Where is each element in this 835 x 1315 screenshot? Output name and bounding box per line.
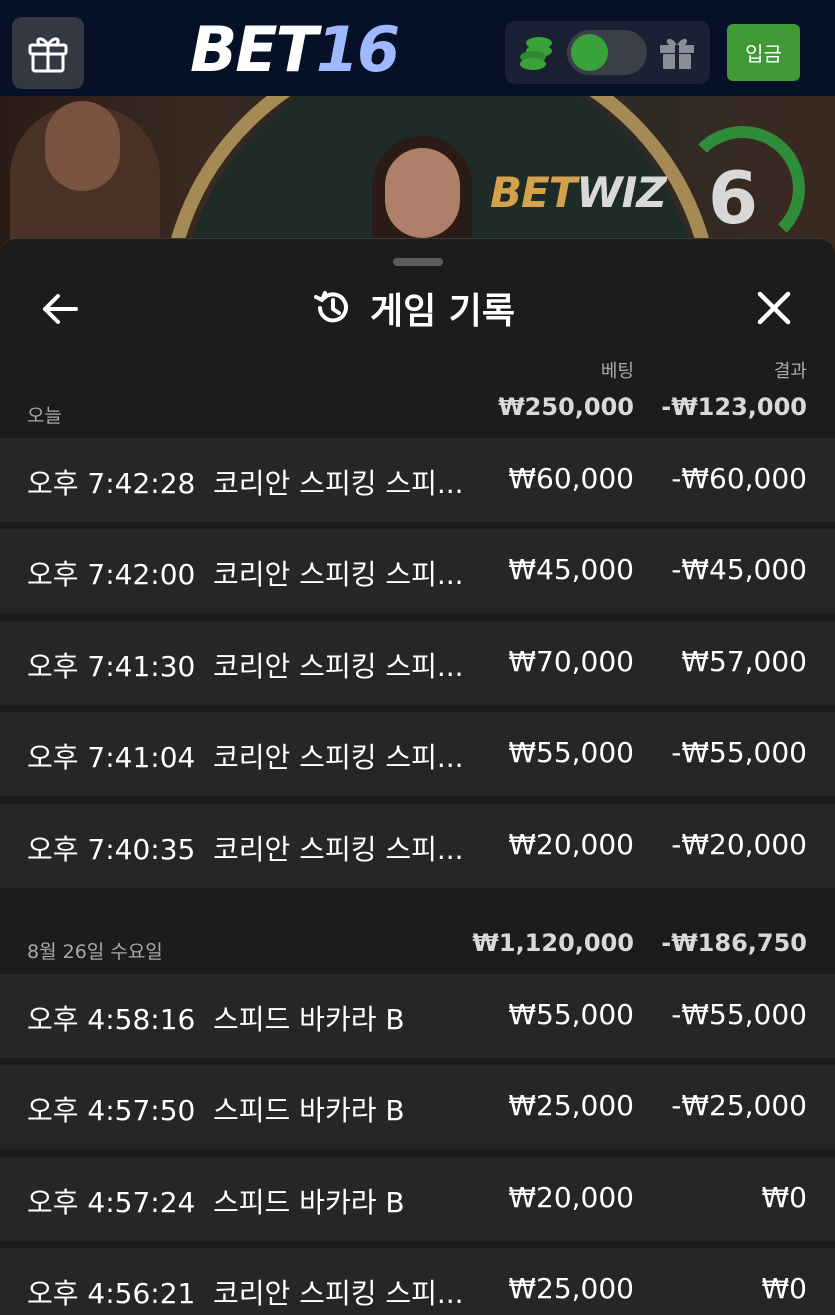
promotions-gift-button[interactable] <box>12 17 84 89</box>
row-result: ₩57,000 <box>681 645 807 678</box>
countdown-number: 6 <box>708 156 759 240</box>
sheet-title: 게임 기록 <box>370 291 516 332</box>
row-game: 스피드 바카라 B <box>213 1003 405 1036</box>
row-result: -₩45,000 <box>671 553 807 586</box>
row-time: 오후 7:41:04 <box>27 741 196 774</box>
row-game: 코리안 스피킹 스피... <box>213 833 463 866</box>
day-summary: 8월 26일 수요일 ₩1,120,000 -₩186,750 <box>0 915 835 975</box>
row-time: 오후 4:57:24 <box>27 1186 196 1219</box>
logo-number: 16 <box>315 13 400 86</box>
row-bet: ₩25,000 <box>508 1089 634 1122</box>
deposit-button[interactable]: 입금 <box>727 24 800 81</box>
row-result: -₩25,000 <box>671 1089 807 1122</box>
row-time: 오후 7:41:30 <box>27 650 196 683</box>
top-bar: BET16 입금 <box>0 0 835 96</box>
row-game: 코리안 스피킹 스피... <box>213 467 463 500</box>
balance-mode-toggle[interactable] <box>567 30 647 75</box>
history-row[interactable]: 오후 4:58:16 스피드 바카라 B ₩55,000 -₩55,000 <box>0 974 835 1058</box>
bonus-gift-icon <box>660 38 694 69</box>
back-button[interactable] <box>38 289 82 329</box>
row-game: 코리안 스피킹 스피... <box>213 1277 463 1310</box>
betwiz-logo-part-b: WIZ <box>576 168 666 217</box>
row-bet: ₩70,000 <box>508 645 634 678</box>
row-result: -₩20,000 <box>671 828 807 861</box>
row-bet: ₩55,000 <box>508 736 634 769</box>
row-result: -₩60,000 <box>671 462 807 495</box>
row-game: 코리안 스피킹 스피... <box>213 741 463 774</box>
row-game: 스피드 바카라 B <box>213 1186 405 1219</box>
day-total-result: -₩123,000 <box>661 393 807 421</box>
history-row[interactable]: 오후 7:42:28 코리안 스피킹 스피... ₩60,000 -₩60,00… <box>0 438 835 522</box>
row-game: 스피드 바카라 B <box>213 1094 405 1127</box>
row-bet: ₩20,000 <box>508 828 634 861</box>
drag-handle[interactable] <box>393 258 443 266</box>
row-result: -₩55,000 <box>671 998 807 1031</box>
row-result: ₩0 <box>761 1272 808 1305</box>
row-time: 오후 4:58:16 <box>27 1003 196 1036</box>
game-history-sheet: 게임 기록 베팅 결과 오늘 ₩250,000 -₩123,000 오후 7:4… <box>0 238 835 1315</box>
history-row[interactable]: 오후 4:57:50 스피드 바카라 B ₩25,000 -₩25,000 <box>0 1065 835 1149</box>
sheet-header: 게임 기록 <box>312 281 515 335</box>
day-total-bet: ₩250,000 <box>498 393 634 421</box>
history-row[interactable]: 오후 4:57:24 스피드 바카라 B ₩20,000 ₩0 <box>0 1157 835 1241</box>
row-bet: ₩25,000 <box>508 1272 634 1305</box>
row-time: 오후 4:57:50 <box>27 1094 196 1127</box>
brand-logo[interactable]: BET16 <box>190 18 400 82</box>
day-label: 오늘 <box>27 405 62 427</box>
row-time: 오후 4:56:21 <box>27 1277 196 1310</box>
history-row[interactable]: 오후 7:42:00 코리안 스피킹 스피... ₩45,000 -₩45,00… <box>0 529 835 613</box>
arrow-left-icon <box>43 294 78 324</box>
row-time: 오후 7:42:00 <box>27 558 196 591</box>
day-total-bet: ₩1,120,000 <box>472 929 634 957</box>
coins-icon <box>520 37 552 70</box>
row-bet: ₩20,000 <box>508 1181 634 1214</box>
history-row[interactable]: 오후 7:41:04 코리안 스피킹 스피... ₩55,000 -₩55,00… <box>0 712 835 796</box>
row-game: 코리안 스피킹 스피... <box>213 650 463 683</box>
history-row[interactable]: 오후 7:41:30 코리안 스피킹 스피... ₩70,000 ₩57,000 <box>0 621 835 705</box>
betwiz-logo-part-a: BET <box>490 168 577 217</box>
row-result: ₩0 <box>761 1181 808 1214</box>
row-time: 오후 7:40:35 <box>27 833 196 866</box>
dealer-center-head <box>385 148 460 238</box>
gift-icon <box>28 37 68 73</box>
day-label: 8월 26일 수요일 <box>27 941 163 963</box>
dealer-left-head <box>45 101 120 191</box>
row-bet: ₩60,000 <box>508 462 634 495</box>
history-row[interactable]: 오후 4:56:21 코리안 스피킹 스피... ₩25,000 ₩0 <box>0 1248 835 1315</box>
close-icon <box>757 291 791 325</box>
betwiz-logo: BETWIZ <box>490 168 667 217</box>
close-button[interactable] <box>753 287 795 329</box>
row-game: 코리안 스피킹 스피... <box>213 558 463 591</box>
row-bet: ₩45,000 <box>508 553 634 586</box>
toggle-knob <box>571 34 608 71</box>
day-total-result: -₩186,750 <box>661 929 807 957</box>
balance-mode-switcher <box>505 21 710 84</box>
day-summary: 오늘 ₩250,000 -₩123,000 <box>0 379 835 439</box>
row-result: -₩55,000 <box>671 736 807 769</box>
history-row[interactable]: 오후 7:40:35 코리안 스피킹 스피... ₩20,000 -₩20,00… <box>0 804 835 888</box>
row-bet: ₩55,000 <box>508 998 634 1031</box>
row-time: 오후 7:42:28 <box>27 467 196 500</box>
live-video-background: BETWIZ 6 <box>0 96 835 256</box>
history-icon <box>314 291 348 323</box>
logo-text: BET <box>190 13 318 86</box>
